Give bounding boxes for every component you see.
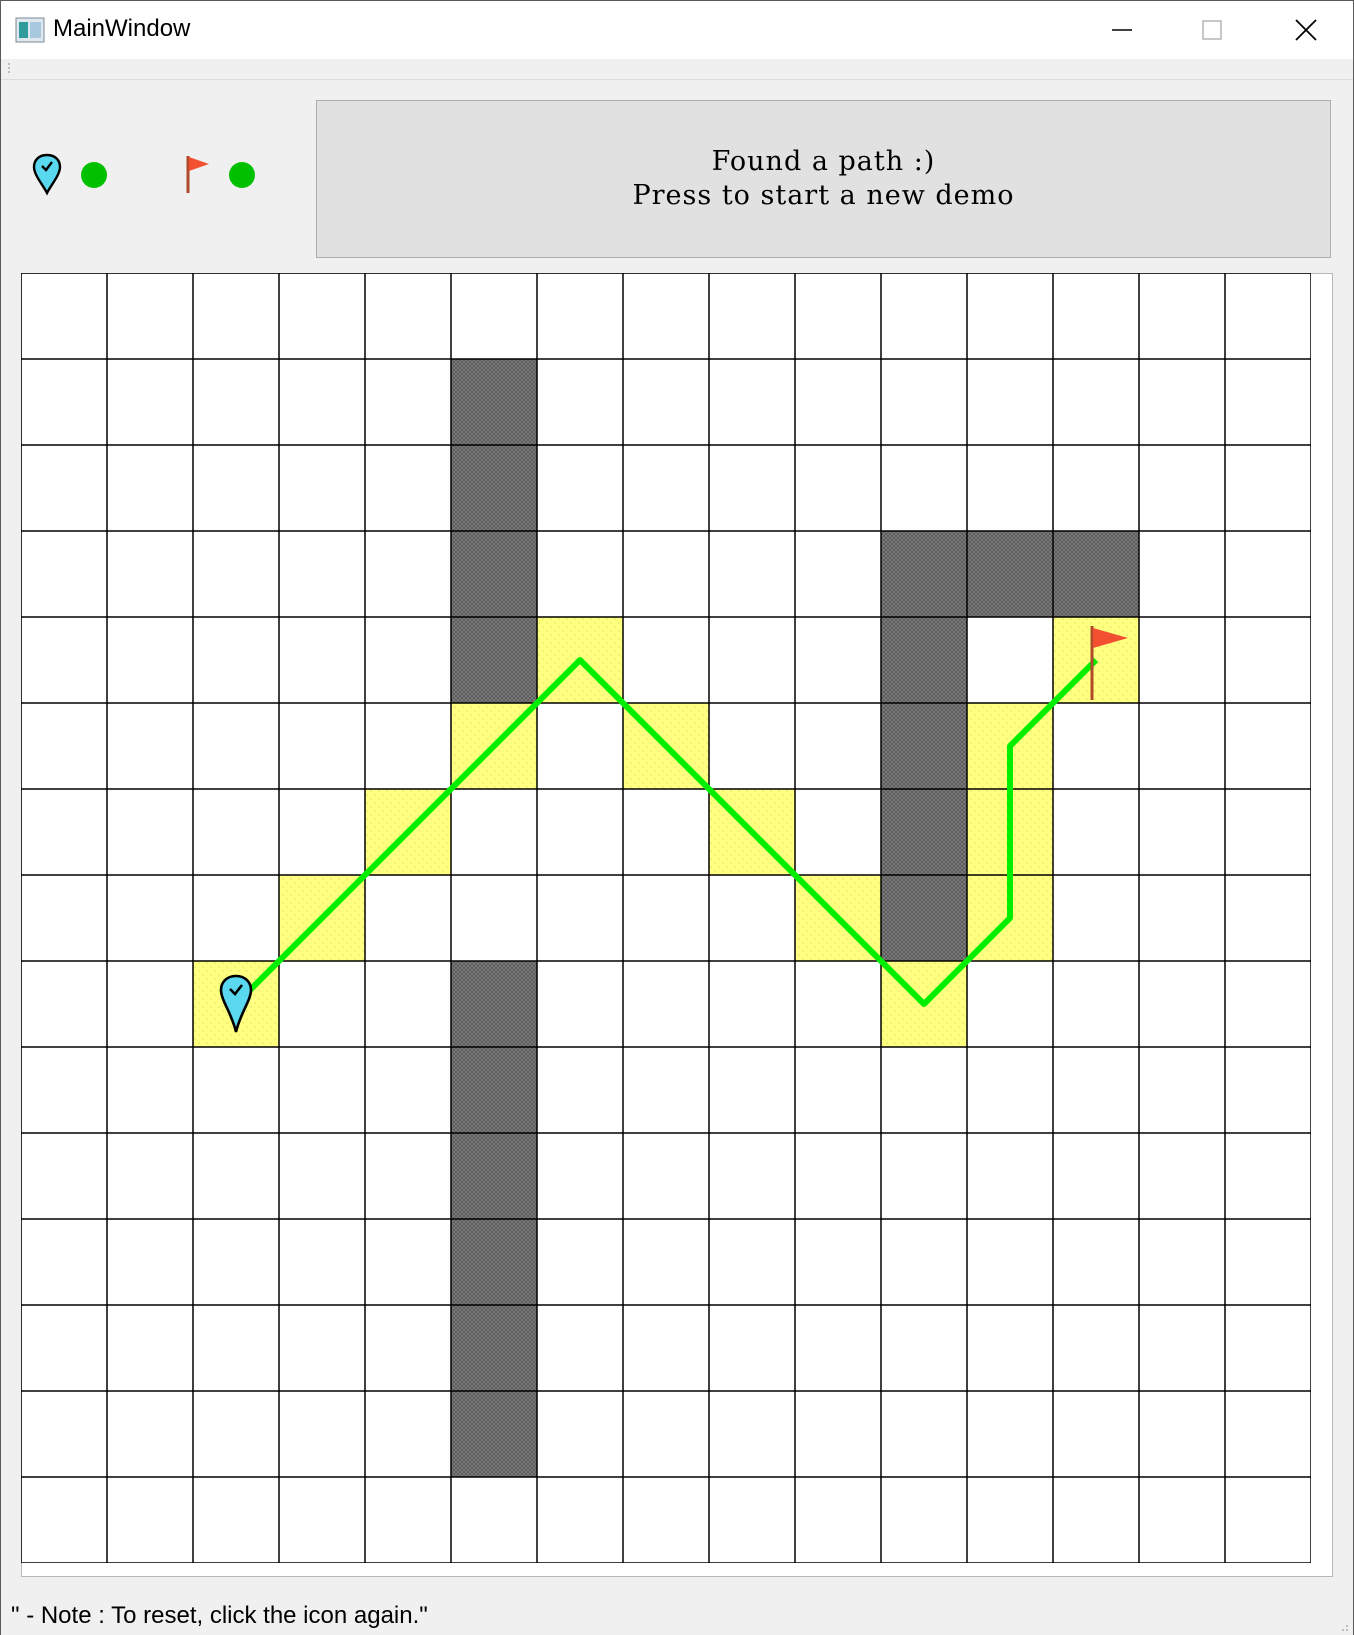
wall-cell[interactable] bbox=[451, 1391, 537, 1477]
wall-cell[interactable] bbox=[1053, 531, 1139, 617]
goal-point-button[interactable] bbox=[186, 156, 209, 193]
app-icon bbox=[15, 17, 45, 43]
wall-cell[interactable] bbox=[451, 359, 537, 445]
toolbar bbox=[1, 59, 1353, 80]
wall-cell[interactable] bbox=[881, 531, 967, 617]
maximize-button[interactable] bbox=[1167, 1, 1257, 59]
wall-cell[interactable] bbox=[881, 789, 967, 875]
wall-cell[interactable] bbox=[451, 617, 537, 703]
pathfinding-grid[interactable] bbox=[21, 273, 1311, 1563]
wall-cell[interactable] bbox=[451, 1305, 537, 1391]
close-button[interactable] bbox=[1261, 1, 1351, 59]
wall-cell[interactable] bbox=[881, 875, 967, 961]
map-pin-check-icon bbox=[32, 153, 62, 196]
wall-cell[interactable] bbox=[451, 445, 537, 531]
maximize-icon bbox=[1202, 20, 1222, 40]
wall-cell[interactable] bbox=[451, 961, 537, 1047]
minimize-button[interactable] bbox=[1077, 1, 1167, 59]
wall-cell[interactable] bbox=[451, 1047, 537, 1133]
wall-cell[interactable] bbox=[881, 617, 967, 703]
instruction-message: Press to start a new demo bbox=[632, 180, 1015, 211]
wall-cell[interactable] bbox=[451, 531, 537, 617]
wall-cell[interactable] bbox=[451, 1133, 537, 1219]
resize-grip-icon[interactable] bbox=[1337, 1620, 1349, 1632]
close-icon bbox=[1295, 19, 1317, 41]
start-point-button[interactable] bbox=[32, 153, 62, 196]
minimize-icon bbox=[1112, 29, 1132, 31]
window-title: MainWindow bbox=[53, 15, 191, 42]
title-bar[interactable]: MainWindow bbox=[1, 1, 1353, 59]
wall-cell[interactable] bbox=[967, 531, 1053, 617]
wall-cell[interactable] bbox=[881, 703, 967, 789]
indicator-panel bbox=[32, 153, 255, 196]
start-status-indicator bbox=[81, 162, 107, 188]
wall-cell[interactable] bbox=[451, 1219, 537, 1305]
status-bar: " - Note : To reset, click the icon agai… bbox=[1, 1597, 1353, 1635]
main-window: MainWindow Found a path :) Press to star… bbox=[0, 0, 1354, 1635]
result-message: Found a path :) bbox=[711, 146, 936, 177]
start-demo-button[interactable]: Found a path :) Press to start a new dem… bbox=[316, 100, 1331, 258]
toolbar-grip[interactable] bbox=[7, 62, 11, 76]
goal-status-indicator bbox=[229, 162, 255, 188]
status-note: " - Note : To reset, click the icon agai… bbox=[11, 1602, 428, 1629]
